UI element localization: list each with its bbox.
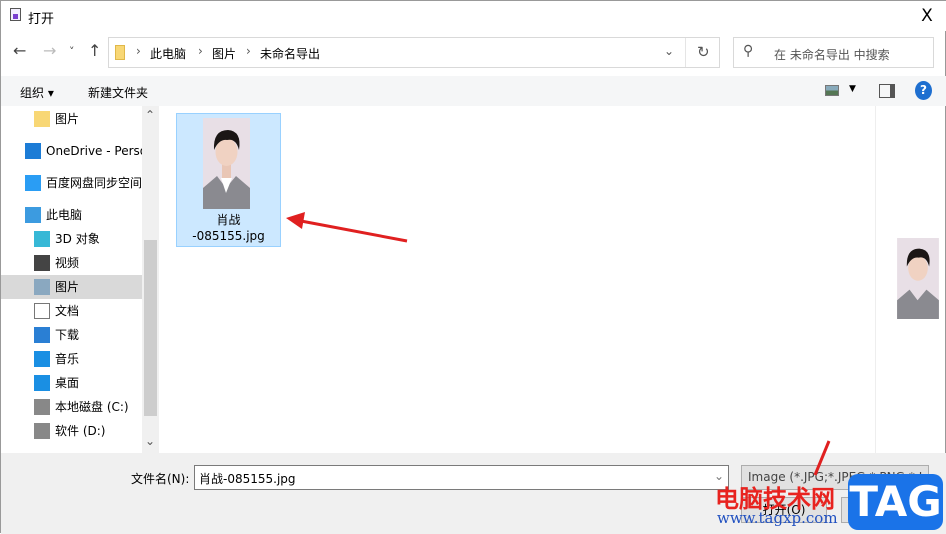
- sidebar-item[interactable]: 此电脑: [1, 203, 142, 227]
- desktop-icon: [34, 375, 50, 391]
- sidebar-item[interactable]: 3D 对象: [1, 227, 142, 251]
- download-icon: [34, 327, 50, 343]
- title-bar: 打开 X: [1, 1, 946, 31]
- sidebar-item[interactable]: 下载: [1, 323, 142, 347]
- sidebar-item-label: 百度网盘同步空间: [46, 176, 142, 190]
- forward-icon[interactable]: →: [43, 41, 56, 60]
- video-icon: [34, 255, 50, 271]
- search-input[interactable]: 在 未命名导出 中搜索: [774, 46, 890, 63]
- sidebar-item[interactable]: 百度网盘同步空间: [1, 171, 142, 195]
- app-icon: [10, 8, 21, 21]
- breadcrumb-pictures[interactable]: 图片: [212, 45, 236, 62]
- recent-locations-icon[interactable]: ˅: [69, 45, 75, 58]
- sidebar-item[interactable]: 桌面: [1, 371, 142, 395]
- file-name-line1: 肖战: [216, 213, 241, 227]
- sidebar-scrollbar[interactable]: ⌃ ⌄: [142, 106, 159, 453]
- address-bar[interactable]: › 此电脑 › 图片 › 未命名导出 ⌄ ↻: [108, 37, 720, 68]
- sidebar-item-label: 图片: [55, 280, 80, 294]
- sidebar-item[interactable]: OneDrive - Personal: [1, 139, 142, 163]
- view-dropdown-icon[interactable]: ▼: [849, 84, 856, 94]
- file-list: 肖战 -085155.jpg: [159, 106, 875, 453]
- navigation-pane: 图片OneDrive - Personal百度网盘同步空间此电脑3D 对象视频图…: [1, 106, 142, 453]
- file-name-input[interactable]: 肖战-085155.jpg: [194, 465, 729, 490]
- window-title: 打开: [28, 12, 55, 27]
- sidebar-item[interactable]: 视频: [1, 251, 142, 275]
- bottom-panel: 文件名(N): 肖战-085155.jpg ⌄ Image (*.JPG;*.J…: [1, 453, 946, 534]
- chevron-down-icon[interactable]: ⌄: [664, 44, 674, 58]
- sidebar-item-label: 软件 (D:): [55, 424, 106, 438]
- close-button[interactable]: X: [913, 4, 941, 28]
- preview-pane-icon[interactable]: [879, 84, 895, 98]
- new-folder-button[interactable]: 新建文件夹: [88, 84, 148, 101]
- scroll-up-icon[interactable]: ⌃: [145, 108, 155, 122]
- search-box[interactable]: ⚲ 在 未命名导出 中搜索: [733, 37, 934, 68]
- music-icon: [34, 351, 50, 367]
- sidebar-item-label: 文档: [55, 304, 80, 318]
- sidebar-item[interactable]: 软件 (D:): [1, 419, 142, 443]
- breadcrumb-separator: ›: [198, 44, 203, 58]
- file-name-line2: -085155.jpg: [192, 229, 265, 243]
- sidebar-item-label: 此电脑: [46, 208, 83, 222]
- sidebar-item-label: 音乐: [55, 352, 80, 366]
- document-icon: [34, 303, 50, 319]
- sidebar-item[interactable]: 图片: [1, 107, 142, 131]
- breadcrumb-separator: ›: [246, 44, 251, 58]
- sidebar-item[interactable]: 本地磁盘 (C:): [1, 395, 142, 419]
- preview-divider[interactable]: [875, 106, 876, 453]
- baidu-netdisk-icon: [25, 175, 41, 191]
- search-icon: ⚲: [743, 43, 754, 59]
- toolbar: 组织 ▾ 新建文件夹 ▼ ?: [1, 76, 946, 106]
- computer-icon: [25, 207, 41, 223]
- pictures-icon: [34, 279, 50, 295]
- cube-icon: [34, 231, 50, 247]
- sidebar-item-label: 桌面: [55, 376, 80, 390]
- drive-c-icon: [34, 399, 50, 415]
- preview-image: [897, 238, 939, 319]
- divider: [685, 38, 686, 67]
- up-icon[interactable]: ↑: [88, 41, 101, 60]
- sidebar-item-label: 下载: [55, 328, 80, 342]
- file-item[interactable]: 肖战 -085155.jpg: [176, 113, 281, 247]
- chevron-down-icon[interactable]: ⌄: [714, 469, 724, 483]
- sidebar-item-label: 3D 对象: [55, 232, 100, 246]
- sidebar-item-label: 视频: [55, 256, 80, 270]
- breadcrumb-current[interactable]: 未命名导出: [260, 45, 320, 62]
- sidebar-item[interactable]: 图片: [1, 275, 142, 299]
- sidebar-item-label: 图片: [55, 112, 80, 126]
- scroll-down-icon[interactable]: ⌄: [145, 434, 155, 448]
- open-button[interactable]: 打开(O): [741, 497, 827, 523]
- sidebar-item[interactable]: 音乐: [1, 347, 142, 371]
- back-icon[interactable]: ←: [13, 41, 26, 60]
- sidebar-item-label: 本地磁盘 (C:): [55, 400, 129, 414]
- breadcrumb-this-pc[interactable]: 此电脑: [150, 45, 186, 62]
- view-icon[interactable]: [825, 85, 839, 96]
- file-name-label: 文件名(N):: [131, 472, 190, 486]
- refresh-icon[interactable]: ↻: [697, 43, 710, 61]
- scrollbar-thumb[interactable]: [144, 240, 157, 416]
- image-thumbnail: [203, 118, 250, 209]
- help-icon[interactable]: ?: [915, 81, 932, 100]
- folder-icon: [115, 45, 125, 60]
- sidebar-item[interactable]: 文档: [1, 299, 142, 323]
- breadcrumb-separator: ›: [136, 44, 141, 58]
- folder-icon: [34, 111, 50, 127]
- drive-d-icon: [34, 423, 50, 439]
- cloud-icon: [25, 143, 41, 159]
- organize-button[interactable]: 组织 ▾: [20, 84, 54, 101]
- file-type-filter[interactable]: Image (*.JPG;*.JPEG;*.PNG;*.I: [741, 465, 929, 490]
- cancel-button[interactable]: 取消: [841, 497, 927, 523]
- sidebar-item-label: OneDrive - Personal: [46, 144, 142, 158]
